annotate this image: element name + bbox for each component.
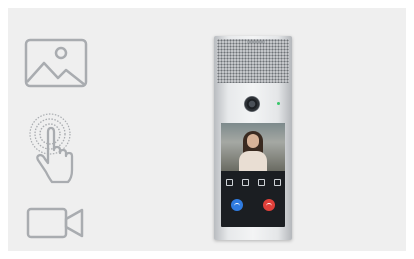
tap-gesture-icon[interactable] xyxy=(24,112,86,188)
speaker-slot xyxy=(247,41,265,43)
control-icon xyxy=(273,179,281,186)
control-icon xyxy=(241,179,249,186)
camera-lens xyxy=(244,96,260,112)
screen-control-2[interactable] xyxy=(240,179,250,187)
screen-control-1[interactable] xyxy=(224,179,234,187)
video-feed xyxy=(221,123,285,171)
image-icon[interactable] xyxy=(24,38,88,88)
decline-button[interactable] xyxy=(263,199,275,211)
status-led xyxy=(277,102,280,105)
device-screen xyxy=(221,123,285,227)
screen-control-4[interactable] xyxy=(272,179,282,187)
screen-control-3[interactable] xyxy=(256,179,266,187)
caller-face xyxy=(247,134,259,148)
caller-body xyxy=(239,151,267,171)
screen-controls xyxy=(221,179,285,187)
speaker-grille xyxy=(217,39,289,83)
feature-panel xyxy=(8,8,406,251)
control-icon xyxy=(257,179,265,186)
answer-button[interactable] xyxy=(231,199,243,211)
call-buttons xyxy=(221,199,285,211)
control-icon xyxy=(225,179,233,186)
video-camera-icon[interactable] xyxy=(26,206,86,240)
door-station-device xyxy=(214,36,292,240)
